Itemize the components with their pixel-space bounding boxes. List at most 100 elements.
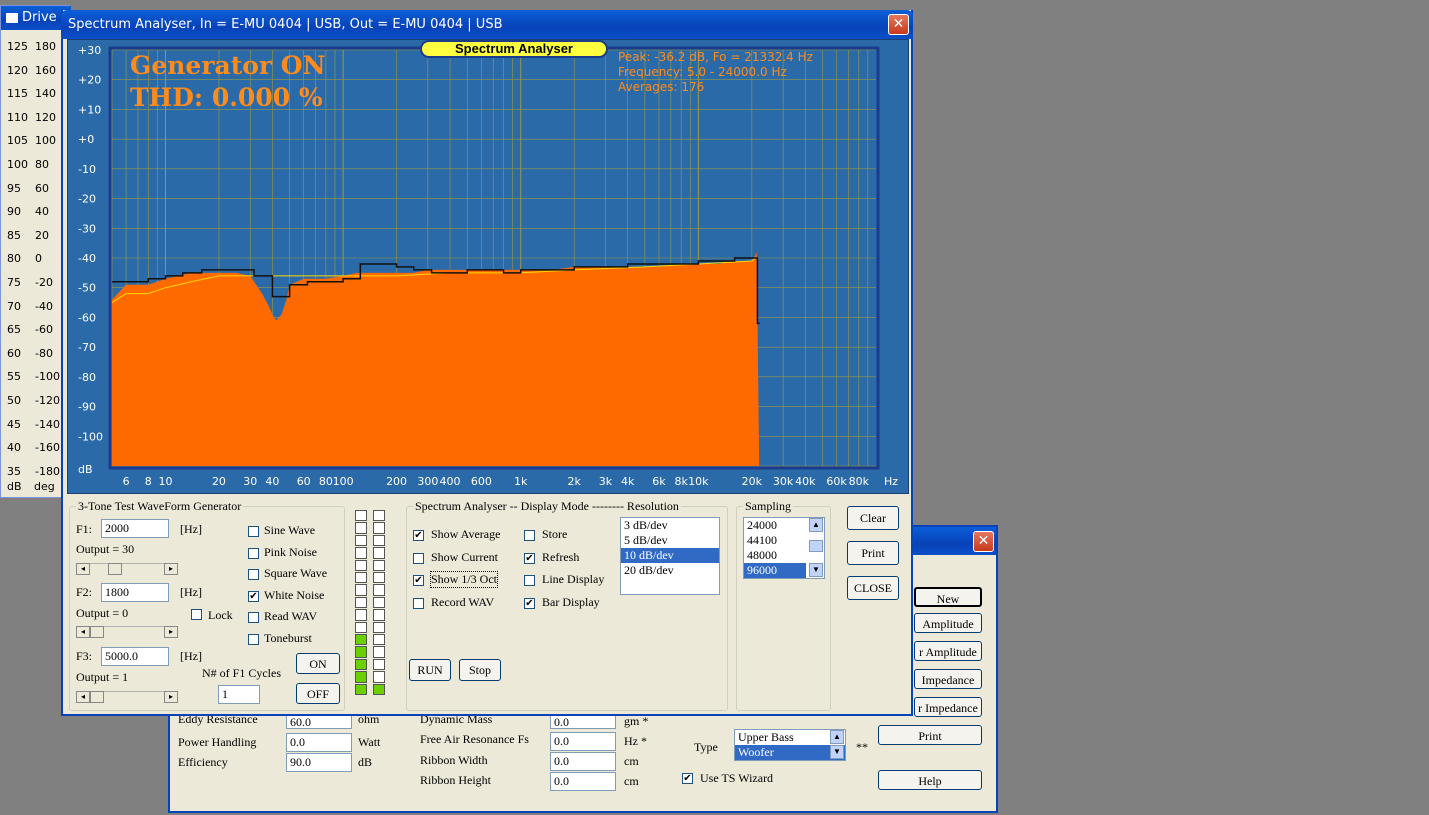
display-option-checkbox[interactable] [413,597,424,609]
output3-slider-left[interactable]: ◂ [76,691,90,703]
fs-field[interactable]: 0.0 [550,732,616,751]
use-ts-wizard-checkbox[interactable]: ✔ [682,773,693,784]
rel-amplitude-button[interactable]: r Amplitude [914,641,982,661]
power-handling-field[interactable]: 0.0 [286,733,352,752]
display-option-label: Record WAV [431,594,495,609]
analyser-close-icon[interactable]: ✕ [888,14,909,35]
wave-label: Read WAV [264,609,318,623]
scale-deg-value: 0 [35,252,42,266]
ribbon-height-field[interactable]: 0.0 [550,772,616,791]
type-option-woofer[interactable]: Woofer [735,745,845,760]
y-tick-label: +20 [78,74,101,87]
output2-slider-right[interactable]: ▸ [164,626,178,638]
resolution-listbox[interactable]: 3 dB/dev 5 dB/dev 10 dB/dev 20 dB/dev [620,517,720,595]
clear-button[interactable]: Clear [847,506,899,530]
wave-checkbox[interactable] [248,526,259,537]
display-option-checkbox[interactable]: ✔ [413,575,424,586]
output3-slider-thumb[interactable] [90,691,104,703]
level-meter-segment [355,671,367,683]
wave-checkbox[interactable] [248,547,259,559]
f3-field[interactable]: 5000.0 [101,647,169,666]
x-tick-label: 30 [243,475,257,488]
output3-slider[interactable]: ◂ ▸ [76,691,178,703]
resolution-option-10db[interactable]: 10 dB/dev [621,548,719,563]
analyser-titlebar[interactable]: Spectrum Analyser, In = E-MU 0404 | USB,… [61,10,913,39]
scale-db-value: 85 [7,228,21,242]
cycles-field[interactable]: 1 [218,685,260,704]
scale-db-value: 70 [7,299,21,313]
wave-checkbox[interactable] [248,633,259,645]
level-meter-segment [373,510,385,522]
output1-slider[interactable]: ◂ ▸ [76,563,178,575]
driver-unit-deg: deg [34,480,55,493]
efficiency-label: Efficiency [178,755,228,769]
print-analyser-button[interactable]: Print [847,541,899,565]
sampling-option-96000[interactable]: 96000 [744,563,806,578]
x-tick-label: 200 [386,475,407,488]
x-tick-label: 300 [417,475,438,488]
type-scroll-down-icon[interactable]: ▼ [830,745,844,759]
generator-off-button[interactable]: OFF [296,683,340,704]
display-mode-group-title: Spectrum Analyser -- Display Mode ------… [413,499,681,514]
resolution-option-3db[interactable]: 3 dB/dev [621,518,719,533]
type-option-upper-bass[interactable]: Upper Bass [735,730,845,745]
x-tick-label: 20 [212,475,226,488]
x-tick-label: 30k [773,475,794,488]
display-option-checkbox[interactable]: ✔ [524,597,535,609]
f1-field[interactable]: 2000 [101,519,169,538]
generator-on-button[interactable]: ON [296,653,340,674]
display-option-checkbox[interactable] [413,552,424,564]
parameter-window-close-icon[interactable]: ✕ [973,531,994,552]
print-button[interactable]: Print [878,725,982,745]
sampling-scroll-up-icon[interactable]: ▲ [809,518,823,532]
y-tick-label: +0 [78,133,94,146]
output1-slider-left[interactable]: ◂ [76,563,90,575]
new-button[interactable]: New [914,587,982,607]
y-axis-label: dB [78,463,93,476]
scale-deg-value: 120 [35,110,56,124]
y-tick-label: -50 [78,282,96,295]
display-option-checkbox[interactable]: ✔ [413,530,424,541]
window-icon [6,12,18,23]
impedance-button[interactable]: Impedance [914,669,982,689]
driver-scale-row: 90 40 [7,205,67,219]
rel-impedance-button[interactable]: r Impedance [914,697,982,717]
amplitude-button[interactable]: Amplitude [914,613,982,633]
x-tick-label: 3k [599,475,613,488]
sampling-scroll-down-icon[interactable]: ▼ [809,563,823,577]
stop-button[interactable]: Stop [459,659,501,681]
wave-checkbox[interactable] [248,612,259,623]
driver-scale-row: 125 180 [7,40,67,54]
output2-slider-left[interactable]: ◂ [76,626,90,638]
scale-deg-value: -40 [35,299,53,313]
output3-slider-right[interactable]: ▸ [164,691,178,703]
wave-checkbox[interactable]: ✔ [248,590,259,602]
output2-slider-thumb[interactable] [90,626,104,638]
help-button[interactable]: Help [878,770,982,790]
f2-field[interactable]: 1800 [101,583,169,602]
level-meter-segment [355,547,367,559]
resolution-option-20db[interactable]: 20 dB/dev [621,563,719,578]
lock-checkbox[interactable] [191,609,202,620]
y-tick-label: -70 [78,341,96,354]
output1-slider-right[interactable]: ▸ [164,563,178,575]
display-option-checkbox[interactable] [524,530,535,541]
scale-db-value: 60 [7,346,21,360]
output1-slider-thumb[interactable] [108,563,122,575]
run-button[interactable]: RUN [409,659,451,681]
driver-scale-row: 50 -120 [7,394,67,408]
display-option-checkbox[interactable] [524,575,535,586]
wave-checkbox[interactable] [248,569,259,580]
resolution-option-5db[interactable]: 5 dB/dev [621,533,719,548]
display-option-checkbox[interactable]: ✔ [524,552,535,564]
x-tick-label: 80 [319,475,333,488]
type-scroll-up-icon[interactable]: ▲ [830,730,844,744]
efficiency-field[interactable]: 90.0 [286,753,352,772]
driver-scale-row: 55 -100 [7,370,67,384]
sampling-scroll-thumb[interactable] [809,540,823,552]
close-analyser-button[interactable]: CLOSE [847,576,899,600]
generator-status-text: Generator ON [130,51,325,80]
chart-title-badge: Spectrum Analyser [420,40,608,58]
ribbon-width-field[interactable]: 0.0 [550,752,616,771]
output2-slider[interactable]: ◂ ▸ [76,626,178,638]
